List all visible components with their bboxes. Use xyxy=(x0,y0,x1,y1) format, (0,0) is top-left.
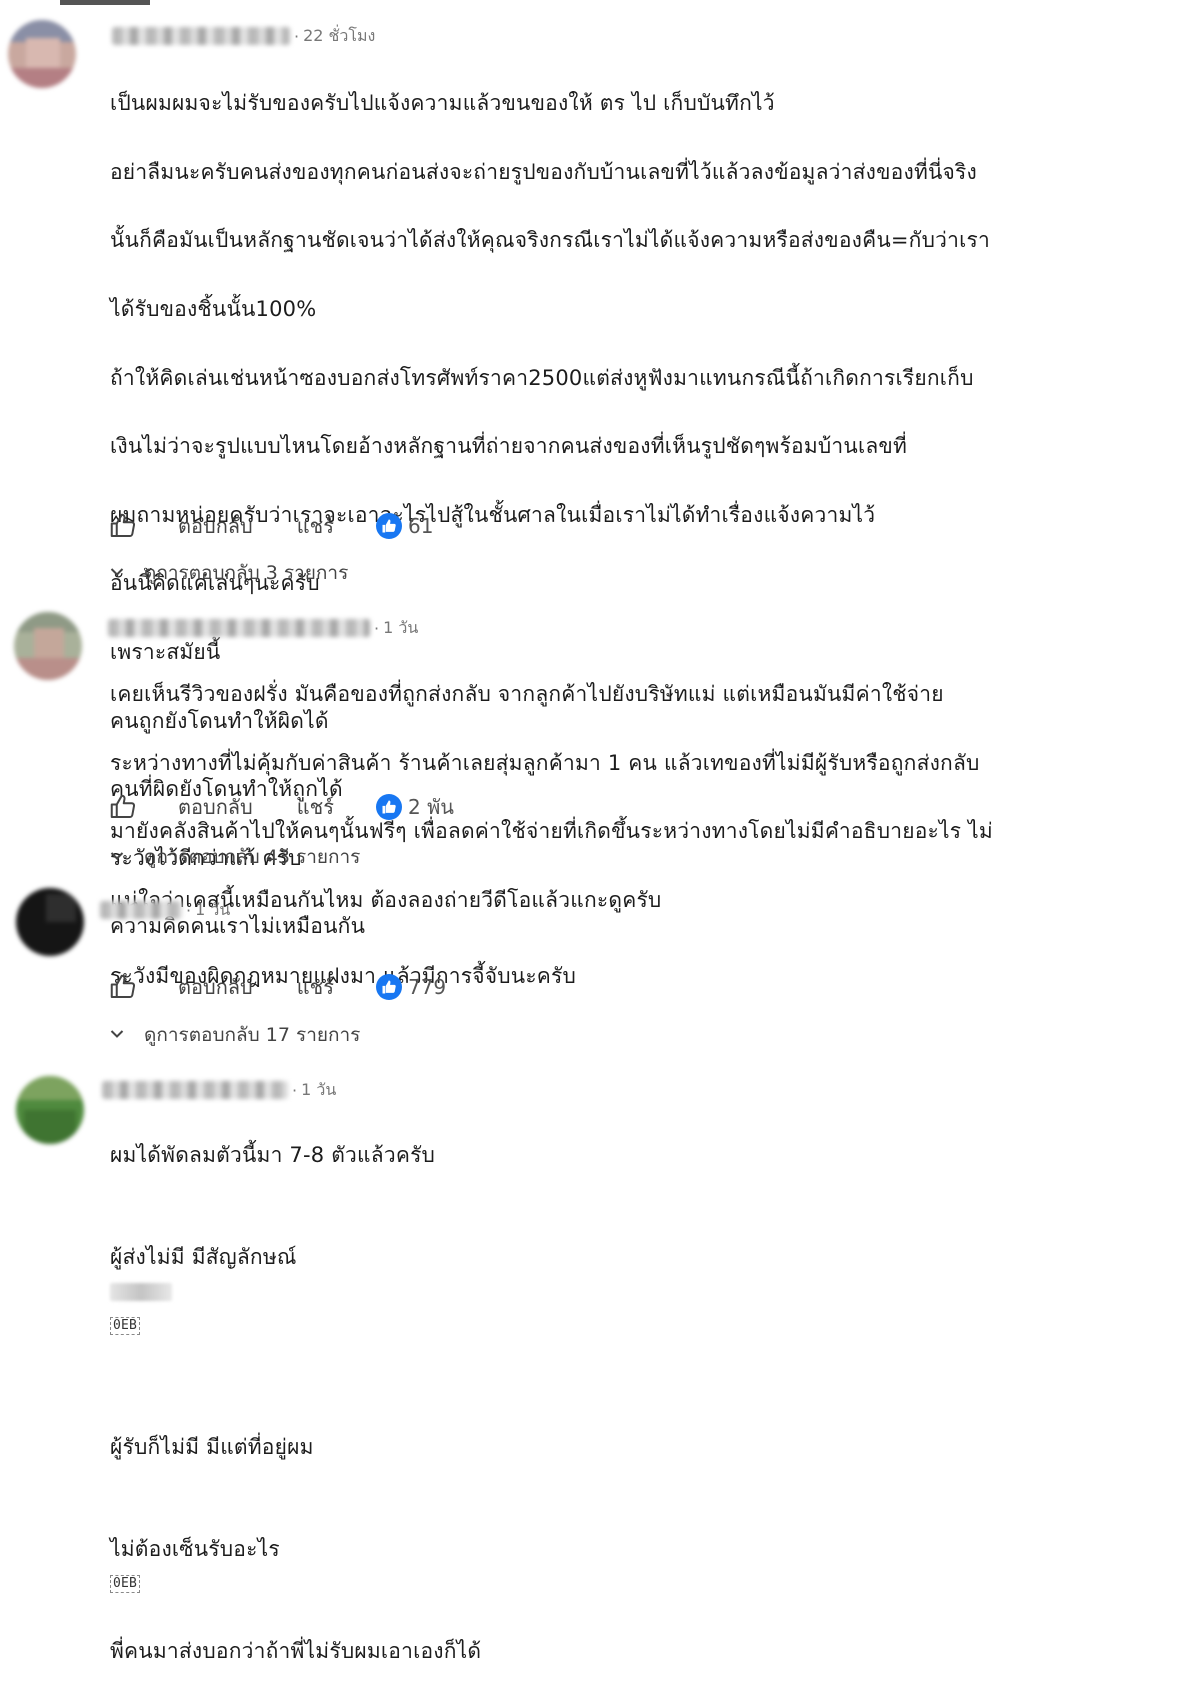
thumbs-up-filled-icon xyxy=(375,794,402,820)
comment-meta: · 1 วัน xyxy=(102,1078,336,1102)
view-replies-label: ดูการตอบกลับ 43 รายการ xyxy=(144,846,361,868)
top-divider xyxy=(60,0,150,5)
meta-separator: · xyxy=(374,618,380,638)
view-replies-button[interactable]: ดูการตอบกลับ 17 รายการ xyxy=(110,1022,360,1048)
share-button[interactable]: แชร์ xyxy=(297,971,334,1003)
text-line: ผู้รับก็ไม่มี มีแต่ที่อยู่ผม xyxy=(110,1435,314,1459)
like-count-value: 61 xyxy=(407,514,434,538)
comment-text: ผมได้พัดลมตัวนี้มา 7-8 ตัวแล้วครับ ผู้ส่… xyxy=(110,1104,1120,1702)
comment-meta: · 22 ชั่วโมง xyxy=(112,24,375,48)
text-line-part: ไม่ต้องเซ็นรับอะไร xyxy=(110,1537,280,1561)
thumbs-up-outline-icon[interactable] xyxy=(108,511,138,541)
thumbs-up-filled-icon xyxy=(375,513,402,539)
thumbs-up-outline-icon[interactable] xyxy=(108,972,138,1002)
avatar[interactable] xyxy=(8,20,76,88)
view-replies-button[interactable]: ดูการตอบกลับ 3 รายการ xyxy=(110,560,348,586)
text-line: ไม่ต้องเซ็นรับอะไร 0EB xyxy=(110,1498,1120,1600)
comment-time: 1 วัน xyxy=(195,899,231,919)
comment-actions: ตอบกลับ แชร์ 2 พัน xyxy=(108,790,454,824)
text-line: ได้รับของชิ้นนั้น100% xyxy=(110,297,317,322)
comment-meta: · 1 วัน xyxy=(100,898,230,922)
like-count[interactable]: 61 xyxy=(375,513,434,539)
text-line: นั้นก็คือมันเป็นหลักฐานชัดเจนว่าได้ส่งให… xyxy=(110,228,990,253)
emoji-placeholder-icon: 0EB xyxy=(110,1575,141,1593)
like-count[interactable]: 2 พัน xyxy=(375,791,454,823)
comment-meta: · 1 วัน xyxy=(108,616,418,640)
text-line: ผมได้พัดลมตัวนี้มา 7-8 ตัวแล้วครับ xyxy=(110,1143,436,1167)
author-name-blurred[interactable] xyxy=(112,27,290,45)
thumbs-up-filled-icon xyxy=(375,974,402,1000)
reply-button[interactable]: ตอบกลับ xyxy=(178,510,253,542)
thumbs-up-outline-icon[interactable] xyxy=(108,792,138,822)
text-line: ผู้ส่งไม่มี มีสัญลักษณ์ 0EB xyxy=(110,1206,1120,1342)
avatar[interactable] xyxy=(16,1076,84,1144)
comment-time: 22 ชั่วโมง xyxy=(303,25,376,45)
reply-button[interactable]: ตอบกลับ xyxy=(178,971,253,1003)
text-line-part: ผู้ส่งไม่มี มีสัญลักษณ์ xyxy=(110,1245,297,1269)
like-count-value: 779 xyxy=(407,975,447,999)
meta-separator: · xyxy=(292,1080,298,1100)
emoji-placeholder-icon: 0EB xyxy=(110,1317,141,1335)
redacted-symbol xyxy=(110,1283,172,1301)
chevron-down-icon xyxy=(110,565,132,581)
meta-separator: · xyxy=(186,900,192,920)
share-button[interactable]: แชร์ xyxy=(297,510,334,542)
view-replies-label: ดูการตอบกลับ 3 รายการ xyxy=(144,562,349,584)
view-replies-button[interactable]: ดูการตอบกลับ 43 รายการ xyxy=(110,844,360,870)
text-line: อย่าลืมนะครับคนส่งของทุกคนก่อนส่งจะถ่ายร… xyxy=(110,159,977,184)
text-line: เคยเห็นรีวิวของฝรั่ง มันคือของที่ถูกส่งก… xyxy=(110,682,944,707)
author-name-blurred[interactable] xyxy=(100,901,182,919)
like-count-value: 2 พัน xyxy=(407,795,454,819)
comment-time: 1 วัน xyxy=(383,617,419,637)
reply-button[interactable]: ตอบกลับ xyxy=(178,791,253,823)
text-line: เป็นผมผมจะไม่รับของครับไปแจ้งความแล้วขนข… xyxy=(110,91,775,116)
chevron-down-icon xyxy=(110,1027,132,1043)
comment-actions: ตอบกลับ แชร์ 779 xyxy=(108,970,446,1004)
text-line: ระหว่างทางที่ไม่คุ้มกับค่าสินค้า ร้านค้า… xyxy=(110,750,980,775)
author-name-blurred[interactable] xyxy=(102,1081,288,1099)
chevron-down-icon xyxy=(110,849,132,865)
text-line: เงินไม่ว่าจะรูปแบบไหนโดยอ้างหลักฐานที่ถ่… xyxy=(110,434,908,459)
share-button[interactable]: แชร์ xyxy=(297,791,334,823)
author-name-blurred[interactable] xyxy=(108,619,370,637)
comment-time: 1 วัน xyxy=(301,1079,337,1099)
like-count[interactable]: 779 xyxy=(375,974,447,1000)
view-replies-label: ดูการตอบกลับ 17 รายการ xyxy=(144,1024,361,1046)
text-line: แน่ใจว่าเคสนี้เหมือนกันไหม ต้องลองถ่ายวี… xyxy=(110,888,662,913)
meta-separator: · xyxy=(294,26,300,46)
text-line: พี่คนมาส่งบอกว่าถ้าพี่ไม่รับผมเอาเองก็ได… xyxy=(110,1639,482,1663)
text-line: ถ้าให้คิดเล่นเช่นหน้าซองบอกส่งโทรศัพท์รา… xyxy=(110,365,974,390)
comment-actions: ตอบกลับ แชร์ 61 xyxy=(108,509,433,543)
avatar[interactable] xyxy=(14,612,82,680)
avatar[interactable] xyxy=(16,888,84,956)
